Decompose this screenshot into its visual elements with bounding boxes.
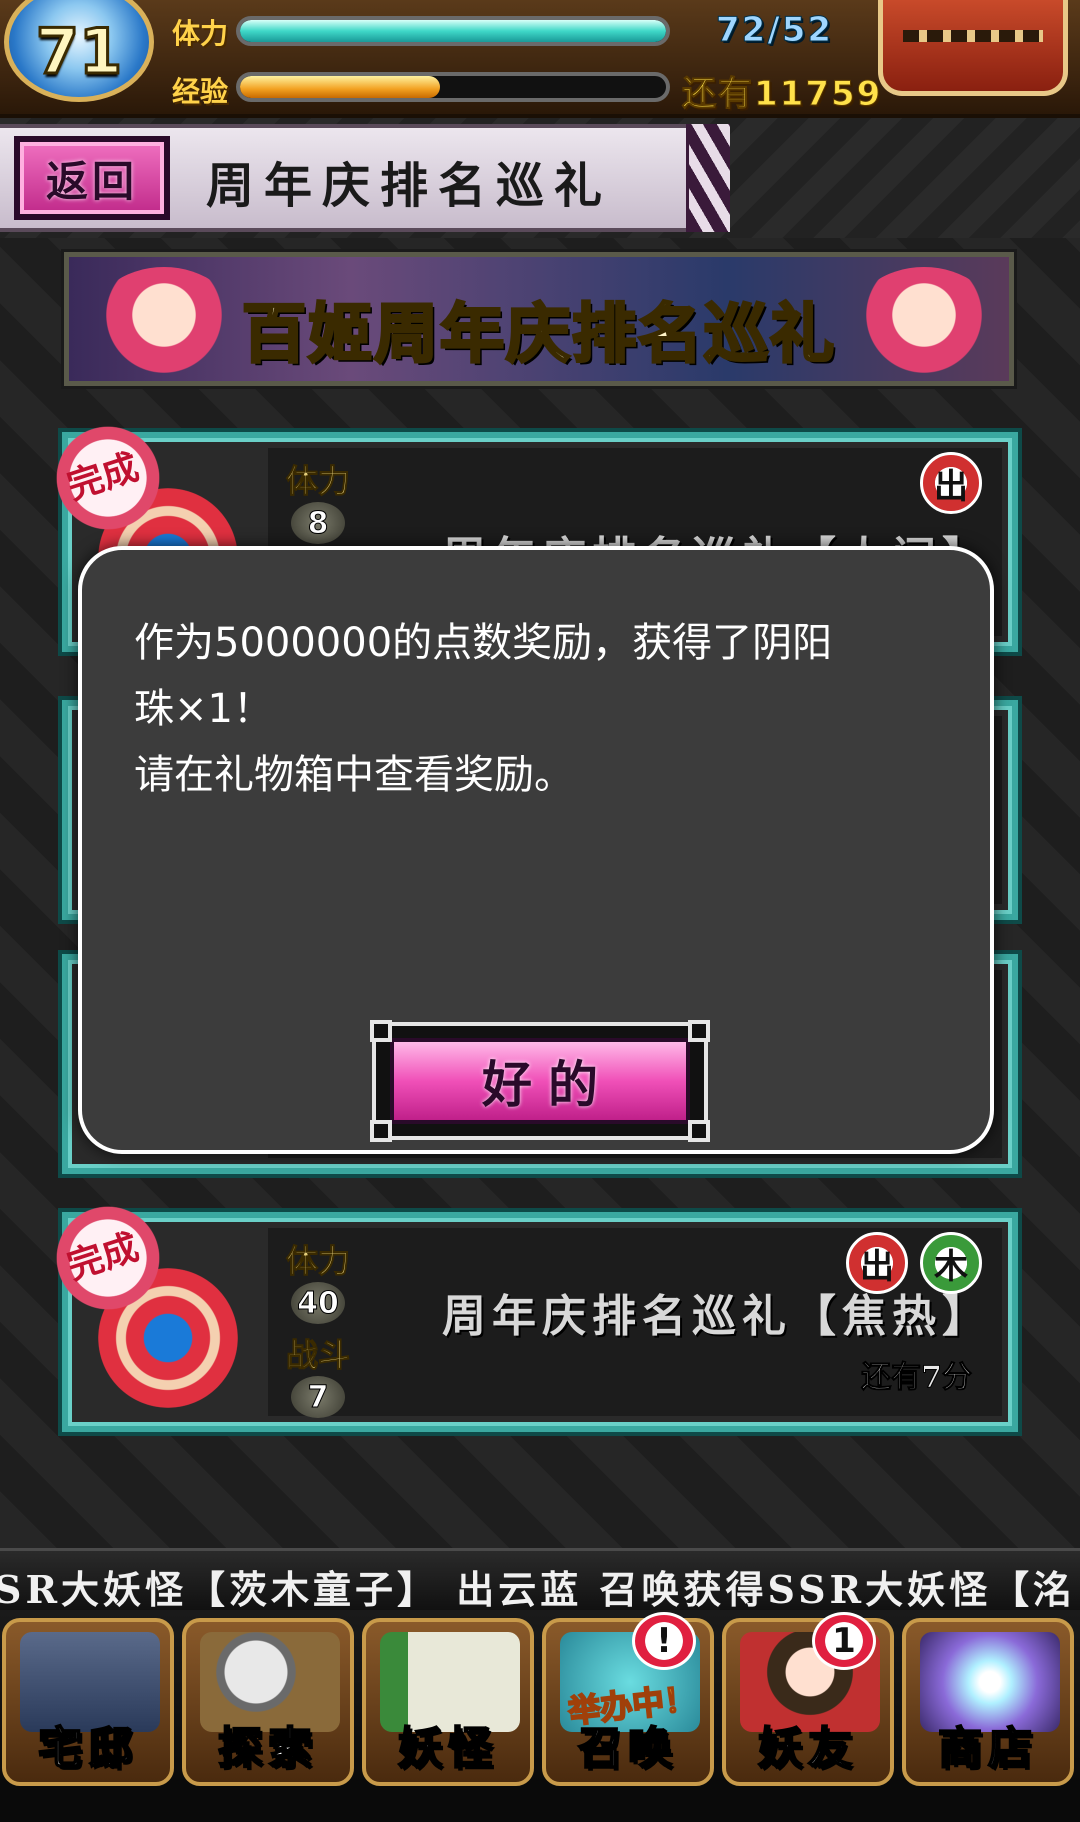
page-title: 周年庆排名巡礼 [206,158,613,214]
status-bar: 71 体力 72/52 经验 还有11759 [0,0,1080,118]
exp-bar [236,72,670,102]
element-badge-icon: 木 [920,1232,982,1294]
ok-button-label: 好的 [482,1055,614,1114]
exp-bar-fill [240,76,441,98]
dialog-message-line: 珠×1！ [134,686,273,732]
stamina-bar [236,16,670,46]
quest-cost: 体力 40 战斗 7 [278,1236,358,1424]
nav-label: 妖怪 [397,1722,498,1775]
nav-label: 宅邸 [37,1722,138,1775]
nav-item-explore[interactable]: 探索 [182,1618,354,1786]
ok-button-face: 好的 [390,1038,690,1124]
system-nav-strip [0,1786,1080,1822]
alert-badge-icon: ! [632,1612,696,1670]
stamina-cost-value: 40 [291,1282,345,1324]
player-level: 71 [34,13,123,89]
bottom-nav: 宅邸 探索 妖怪 举办中！ 召唤 ! 妖友 1 商店 [0,1610,1080,1786]
button-corner-decoration [688,1020,710,1042]
element-badge-icon: 出 [846,1232,908,1294]
nav-item-shop[interactable]: 商店 [902,1618,1074,1786]
complete-seal-icon: 完成 [48,1198,248,1408]
alert-badge-icon: 1 [812,1612,876,1670]
nav-item-mansion[interactable]: 宅邸 [2,1618,174,1786]
battle-cost-value: 7 [291,1376,345,1418]
dialog-message-line: 请在礼物箱中查看奖励。 [134,752,574,798]
button-corner-decoration [370,1020,392,1042]
battle-cost-label: 战斗 [285,1336,350,1375]
nav-label: 召唤 [577,1722,678,1775]
level-badge[interactable]: 71 [4,0,154,102]
stamina-value: 72/52 [715,10,834,51]
stamina-label: 体力 [172,17,229,50]
nav-label: 妖友 [757,1722,858,1775]
nav-label: 商店 [937,1722,1038,1775]
dialog-message: 作为5000000的点数奖励，获得了阴阳 珠×1！ 请在礼物箱中查看奖励。 [134,610,954,808]
element-badge-icon: 出 [920,452,982,514]
quest-card[interactable]: 完成 体力 40 战斗 7 周年庆排名巡礼【焦热】 出 木 还有7分 [48,1198,1018,1432]
news-ticker: SR大妖怪【茨木童子】 出云蓝 召唤获得SSR大妖怪【洺 [0,1548,1080,1610]
reward-dialog: 作为5000000的点数奖励，获得了阴阳 珠×1！ 请在礼物箱中查看奖励。 好的 [78,546,994,1154]
quest-name: 周年庆排名巡礼【焦热】 [442,1291,992,1342]
stamina-bar-fill [240,20,666,42]
back-button[interactable]: 返回 [14,136,170,220]
nav-label: 探索 [217,1722,318,1775]
event-banner[interactable]: 百姬周年庆排名巡礼 [64,252,1014,386]
banner-title: 百姬周年庆排名巡礼 [241,296,836,374]
header: 返回 周年庆排名巡礼 [0,118,1080,238]
dialog-message-line: 作为5000000的点数奖励，获得了阴阳 [134,620,833,666]
stamina-cost-value: 8 [291,502,345,544]
exp-label: 经验 [172,75,229,108]
nav-item-yokai[interactable]: 妖怪 [362,1618,534,1786]
ok-button[interactable]: 好的 [370,1020,710,1142]
time-left: 还有7分 [861,1360,973,1396]
ticker-text: SR大妖怪【茨木童子】 出云蓝 召唤获得SSR大妖怪【洺 [0,1567,1076,1610]
gift-box-icon[interactable] [878,0,1068,96]
button-corner-decoration [370,1120,392,1142]
quest-cost: 体力 8 [278,456,358,550]
back-button-label: 返回 [45,156,138,206]
stamina-cost-label: 体力 [285,462,350,501]
stamina-cost-label: 体力 [285,1242,350,1281]
title-stripe-decoration [686,124,730,232]
exp-remaining: 还有11759 [681,74,883,115]
button-corner-decoration [688,1120,710,1142]
